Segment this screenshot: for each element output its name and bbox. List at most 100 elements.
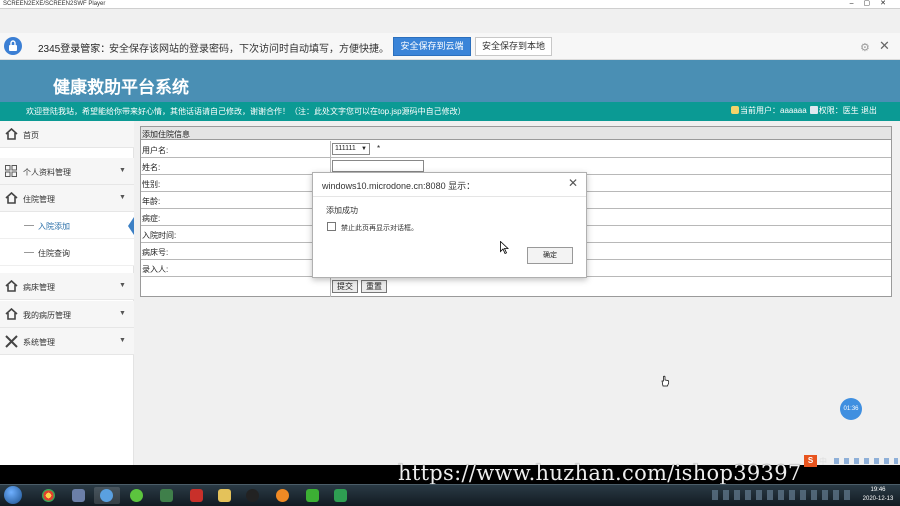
welcome-bar: 欢迎登陆我站，希望能给你带来好心情，其他话语请自己修改，谢谢合作！（注：此处文字…	[0, 102, 900, 121]
sidebar-item-beds[interactable]: 病床管理 ▼	[0, 273, 134, 300]
lock-icon	[4, 37, 22, 55]
taskbar-app-orange[interactable]	[270, 487, 296, 504]
home-icon	[5, 191, 18, 206]
sidebar-item-label: 系统管理	[23, 338, 55, 347]
username-select[interactable]: 111111 ▼	[332, 143, 370, 155]
chevron-down-icon: ▼	[119, 337, 126, 344]
taskbar-app-terminal[interactable]	[66, 487, 92, 504]
taskbar-qq[interactable]	[240, 487, 266, 504]
site-header: 健康救助平台系统	[0, 60, 900, 102]
field-label: 用户名:	[142, 146, 169, 155]
home-icon	[5, 127, 18, 142]
form-row-actions: 提交 重置	[141, 277, 891, 297]
welcome-marquee: 欢迎登陆我站，希望能给你带来好心情，其他话语请自己修改，谢谢合作！（注：此处文字…	[26, 107, 466, 116]
required-mark: *	[377, 144, 381, 153]
user-info: 当前用户：aaaaaa 权限：医生 退出	[731, 105, 877, 116]
sidebar-item-admission-query[interactable]: 住院查询	[0, 239, 134, 266]
ok-button[interactable]: 确定	[527, 247, 573, 264]
system-tray[interactable]	[712, 490, 852, 500]
sidebar-item-label: 首页	[23, 131, 39, 140]
close-icon[interactable]: ✕	[879, 38, 890, 54]
clock-date: 2020-12-13	[862, 496, 894, 502]
taskbar-app-green[interactable]	[124, 487, 150, 504]
taskbar-app-chart[interactable]	[154, 487, 180, 504]
save-to-local-button[interactable]: 安全保存到本地	[475, 37, 552, 56]
time-badge[interactable]: 01:36	[840, 398, 862, 420]
field-label: 病床号:	[142, 248, 169, 257]
sidebar-item-label: 住院管理	[23, 195, 55, 204]
password-manager-message: 安全保存该网站的登录密码，下次访问时自动填写，方便快捷。	[109, 44, 389, 55]
home-icon	[5, 307, 18, 322]
player-title: SCREEN2EXE/SCREEN2SWF Player	[3, 1, 106, 7]
user-icon	[731, 106, 739, 114]
browser-screen: 2345登录管家： 安全保存该网站的登录密码，下次访问时自动填写，方便快捷。 安…	[0, 9, 900, 465]
sidebar-item-hospitalization[interactable]: 住院管理 ▼	[0, 185, 134, 212]
player-titlebar: SCREEN2EXE/SCREEN2SWF Player –▢✕	[0, 0, 900, 9]
save-to-cloud-button[interactable]: 安全保存到云端	[393, 37, 471, 56]
tools-icon	[5, 335, 18, 350]
alert-dialog: windows10.microdone.cn:8080 显示： ✕ 添加成功 禁…	[312, 172, 587, 278]
dialog-title: windows10.microdone.cn:8080 显示：	[322, 181, 476, 191]
sidebar-item-admission-add[interactable]: 入院添加	[0, 212, 134, 239]
role-icon	[809, 106, 818, 114]
close-icon[interactable]: ✕	[568, 176, 578, 190]
gear-icon[interactable]: ⚙	[860, 41, 870, 54]
sidebar-item-home[interactable]: 首页	[0, 121, 134, 148]
chevron-down-icon: ▼	[119, 310, 126, 317]
start-button[interactable]	[4, 486, 22, 504]
taskbar: 19:46 2020-12-13	[0, 484, 900, 506]
sogou-icon: S	[804, 455, 817, 467]
site-title: 健康救助平台系统	[53, 78, 189, 97]
field-label: 病症:	[142, 214, 161, 223]
field-label: 姓名:	[142, 163, 161, 172]
home-icon	[5, 279, 18, 294]
taskbar-app-flash[interactable]	[184, 487, 210, 504]
ime-tool-icons	[834, 458, 898, 464]
ime-toolbar[interactable]: S 中	[804, 455, 900, 467]
current-user: 当前用户：aaaaaa	[740, 106, 807, 115]
watermark-url: https://www.huzhan.com/ishop39397	[398, 461, 802, 485]
chevron-down-icon: ▼	[361, 146, 367, 152]
ime-language: 中	[819, 457, 827, 466]
taskbar-app-active[interactable]	[94, 487, 120, 504]
form-title: 添加住院信息	[142, 130, 190, 139]
field-label: 入院时间:	[142, 231, 177, 240]
sidebar-item-medical-records[interactable]: 我的病历管理 ▼	[0, 301, 134, 328]
taskbar-wechat[interactable]	[300, 487, 326, 504]
suppress-dialog-label: 禁止此页再显示对话框。	[341, 225, 418, 232]
sidebar-item-label: 病床管理	[23, 283, 55, 292]
password-manager-brand: 2345登录管家：	[38, 44, 111, 55]
chevron-down-icon: ▼	[119, 167, 126, 174]
taskbar-clock[interactable]: 19:46 2020-12-13	[858, 486, 898, 504]
field-label: 性别:	[142, 180, 161, 189]
form-row-username: 用户名: 111111 ▼ *	[141, 141, 891, 158]
sidebar-item-label: 个人资料管理	[23, 168, 71, 177]
reset-button[interactable]: 重置	[361, 280, 387, 293]
name-input[interactable]	[332, 160, 424, 172]
suppress-dialog-checkbox[interactable]	[327, 222, 336, 231]
user-role: 权限：医生	[818, 106, 859, 115]
password-manager-bar: 2345登录管家： 安全保存该网站的登录密码，下次访问时自动填写，方便快捷。 安…	[0, 33, 900, 60]
dialog-message: 添加成功	[326, 206, 358, 215]
mouse-cursor-icon	[500, 240, 510, 256]
taskbar-folder[interactable]	[212, 487, 238, 504]
grid-icon	[5, 165, 17, 179]
username-select-value: 111111	[335, 145, 356, 152]
sidebar-item-label: 入院添加	[38, 222, 70, 231]
chevron-down-icon: ▼	[119, 194, 126, 201]
submit-button[interactable]: 提交	[332, 280, 358, 293]
sidebar-item-profile[interactable]: 个人资料管理 ▼	[0, 158, 134, 185]
form-heading: 添加住院信息	[141, 127, 891, 140]
sidebar-item-label: 我的病历管理	[23, 311, 71, 320]
chevron-down-icon: ▼	[119, 282, 126, 289]
sidebar-item-system[interactable]: 系统管理 ▼	[0, 328, 134, 355]
logout-link[interactable]: 退出	[861, 106, 877, 115]
field-label: 年龄:	[142, 197, 161, 206]
window-controls[interactable]: –▢✕	[850, 0, 896, 8]
taskbar-chrome[interactable]	[36, 487, 62, 504]
taskbar-app-green2[interactable]	[328, 487, 354, 504]
sidebar: 首页 个人资料管理 ▼ 住院管理 ▼ 入院添加 住院查询 病床管理 ▼ 我的病历…	[0, 121, 134, 465]
sidebar-item-label: 住院查询	[38, 249, 70, 258]
field-label: 录入人:	[142, 265, 169, 274]
hand-cursor-icon	[660, 375, 670, 389]
